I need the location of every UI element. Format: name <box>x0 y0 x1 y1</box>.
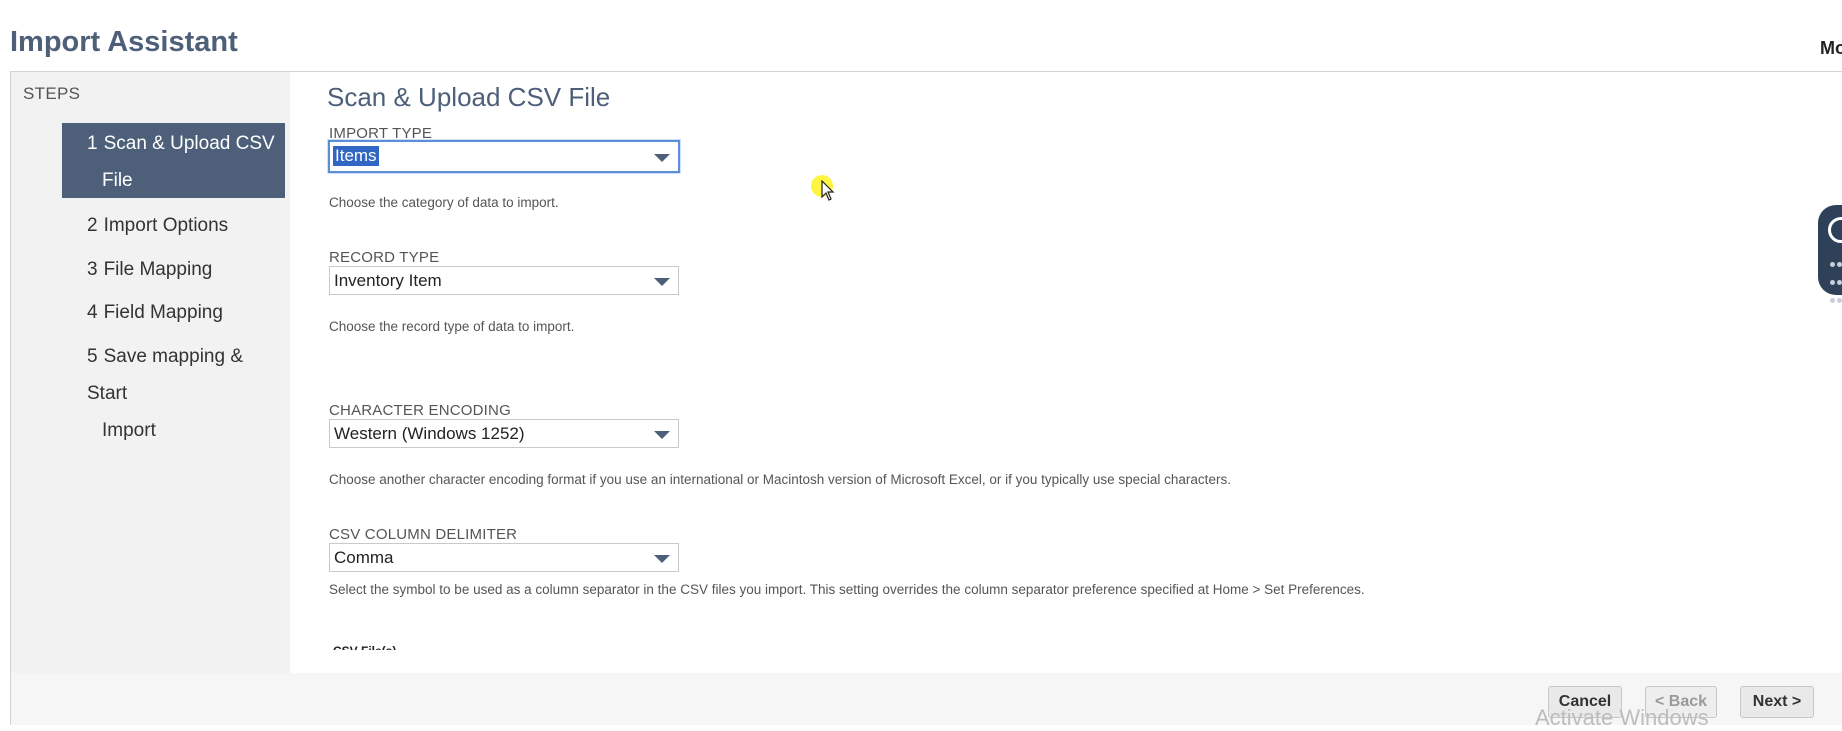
step-label: Scan & Upload CSV <box>103 133 275 154</box>
step-label: Save mapping & Start <box>87 346 243 404</box>
character-encoding-label: CHARACTER ENCODING <box>329 402 511 419</box>
import-type-select[interactable]: Items <box>328 140 680 173</box>
activate-windows-watermark: Activate Windows <box>1535 705 1709 730</box>
section-title: Scan & Upload CSV File <box>327 82 611 112</box>
step-label: Import Options <box>103 215 229 236</box>
help-widget[interactable] <box>1818 205 1842 303</box>
step-number: 2 <box>87 215 98 236</box>
page-title: Import Assistant <box>10 26 238 58</box>
step-label-continued: Import <box>102 420 156 441</box>
step-save-mapping[interactable]: 5 Save mapping & Start Import <box>62 338 285 455</box>
import-type-help: Choose the category of data to import. <box>329 195 559 210</box>
step-number: 5 <box>87 346 98 367</box>
record-type-label: RECORD TYPE <box>329 249 440 266</box>
step-scan-upload[interactable]: 1 Scan & Upload CSV File <box>62 123 285 198</box>
chevron-down-icon[interactable] <box>654 431 670 439</box>
csv-delimiter-label: CSV COLUMN DELIMITER <box>329 526 518 543</box>
step-number: 4 <box>87 302 98 323</box>
import-type-value: Items <box>333 146 379 166</box>
step-label: Field Mapping <box>103 302 223 323</box>
csv-delimiter-help: Select the symbol to be used as a column… <box>329 582 1365 597</box>
character-encoding-help: Choose another character encoding format… <box>329 472 1231 487</box>
step-number: 3 <box>87 259 98 280</box>
record-type-help: Choose the record type of data to import… <box>329 319 575 334</box>
character-encoding-select[interactable]: Western (Windows 1252) <box>329 419 679 448</box>
record-type-value: Inventory Item <box>334 271 442 290</box>
step-field-mapping[interactable]: 4 Field Mapping <box>62 294 285 337</box>
steps-panel: STEPS 1 Scan & Upload CSV File 2 Import Op… <box>11 72 290 673</box>
record-type-select[interactable]: Inventory Item <box>329 266 679 295</box>
chevron-down-icon[interactable] <box>654 278 670 286</box>
step-import-options[interactable]: 2 Import Options <box>62 207 285 250</box>
grid-dots-icon <box>1829 255 1842 309</box>
chevron-down-icon[interactable] <box>654 154 670 162</box>
character-encoding-value: Western (Windows 1252) <box>334 424 525 443</box>
mouse-pointer-icon <box>821 180 835 201</box>
csv-file-label-cut: CSV File(s) <box>333 644 396 650</box>
csv-delimiter-select[interactable]: Comma <box>329 543 679 572</box>
step-file-mapping[interactable]: 3 File Mapping <box>62 251 285 294</box>
steps-header: STEPS <box>23 84 81 103</box>
chevron-down-icon[interactable] <box>654 555 670 563</box>
main-content: Scan & Upload CSV File IMPORT TYPE Items… <box>290 72 1842 673</box>
next-button[interactable]: Next > <box>1740 686 1814 718</box>
help-icon[interactable] <box>1828 217 1842 243</box>
step-label-continued: File <box>102 170 133 191</box>
step-number: 1 <box>87 133 98 154</box>
step-label: File Mapping <box>103 259 213 280</box>
top-right-link[interactable]: Mo <box>1820 38 1842 59</box>
csv-delimiter-value: Comma <box>334 548 394 567</box>
